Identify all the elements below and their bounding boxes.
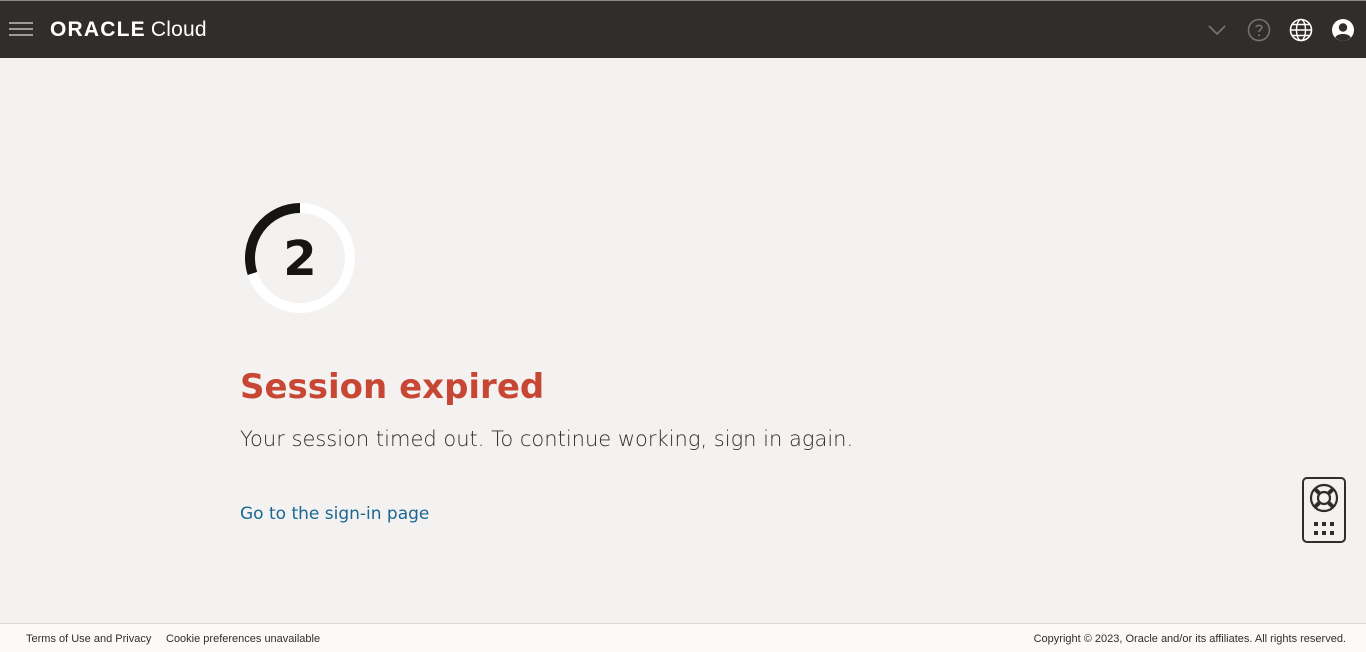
top-bar: ORACLE Cloud xyxy=(0,0,1366,58)
globe-icon[interactable] xyxy=(1287,16,1315,44)
chevron-down-icon[interactable] xyxy=(1203,16,1231,44)
terms-link[interactable]: Terms of Use and Privacy xyxy=(26,633,151,645)
help-icon[interactable] xyxy=(1245,16,1273,44)
user-icon[interactable] xyxy=(1329,16,1357,44)
copyright-text: Copyright © 2023, Oracle and/or its affi… xyxy=(1033,633,1346,645)
session-message: Your session timed out. To continue work… xyxy=(240,427,854,451)
oracle-cloud-logo[interactable]: ORACLE Cloud xyxy=(50,17,207,43)
logo-brand: ORACLE xyxy=(50,18,146,41)
sign-in-link[interactable]: Go to the sign-in page xyxy=(240,504,429,524)
countdown-timer: 2 xyxy=(245,203,355,313)
cookie-preferences-link[interactable]: Cookie preferences unavailable xyxy=(166,633,320,645)
footer: Terms of Use and Privacy Cookie preferen… xyxy=(0,623,1366,652)
lifebuoy-icon[interactable] xyxy=(1309,483,1339,513)
countdown-number: 2 xyxy=(283,231,317,287)
menu-icon[interactable] xyxy=(9,22,33,38)
apps-grid-icon[interactable] xyxy=(1314,522,1334,536)
page-title: Session expired xyxy=(240,367,545,407)
help-widget[interactable] xyxy=(1302,477,1346,543)
logo-product: Cloud xyxy=(150,18,207,41)
